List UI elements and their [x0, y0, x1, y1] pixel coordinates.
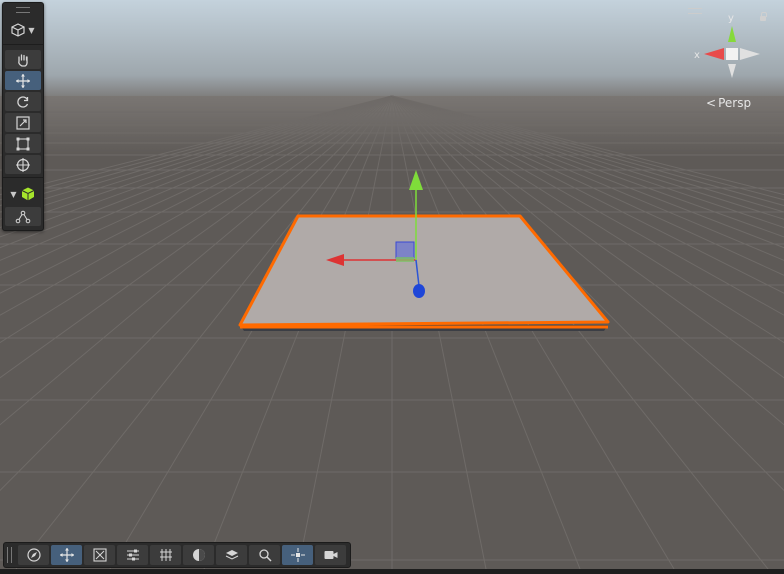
transform-tool[interactable]: [5, 155, 41, 174]
y-cone-icon[interactable]: [728, 26, 736, 42]
scale-tool[interactable]: [5, 113, 41, 132]
cube-outline-icon: [11, 23, 26, 37]
center-cube-icon[interactable]: [726, 48, 738, 60]
camera-button[interactable]: [315, 545, 346, 565]
compass-button[interactable]: [18, 545, 49, 565]
chevron-left-icon: <: [706, 96, 717, 110]
rect-transform-icon: [16, 137, 30, 150]
plane-handle-xy[interactable]: [395, 241, 415, 259]
x-cone-icon[interactable]: [704, 48, 724, 60]
sky: [0, 0, 784, 100]
transform-icon: [16, 157, 30, 172]
orientation-gizmo[interactable]: y x < Persp: [688, 2, 784, 120]
x-axis-label: x: [694, 50, 700, 61]
move-arrows-icon: [59, 548, 74, 562]
layers-button[interactable]: [216, 545, 247, 565]
shading-button[interactable]: [183, 545, 214, 565]
move-tool[interactable]: [5, 71, 41, 90]
camera-mode-toggle[interactable]: < Persp: [706, 96, 751, 110]
compass-icon: [26, 548, 41, 562]
path-tool[interactable]: [5, 207, 41, 226]
chevron-down-icon: ▼: [10, 189, 17, 199]
y-axis-label: y: [728, 13, 734, 24]
pivot-button[interactable]: [282, 545, 313, 565]
move-overlay-button[interactable]: [51, 545, 82, 565]
pivot-icon: [290, 548, 305, 562]
neg-x-cone-icon[interactable]: [740, 48, 760, 60]
settings-button[interactable]: [117, 545, 148, 565]
toolbar-grip[interactable]: [7, 547, 12, 563]
scale-icon: [16, 115, 30, 130]
rotate-tool[interactable]: [5, 92, 41, 111]
neg-y-cone-icon[interactable]: [728, 64, 736, 78]
camera-mode-label: Persp: [718, 96, 752, 110]
axis-cube[interactable]: y x: [688, 2, 784, 92]
overlay-toolbar: [3, 542, 351, 568]
snap-icon: [92, 548, 107, 562]
grid-button[interactable]: [150, 545, 181, 565]
chevron-down-icon: ▼: [28, 25, 35, 35]
search-icon: [258, 549, 272, 562]
shading-icon: [192, 549, 205, 561]
plane-handle-xz[interactable]: [396, 257, 414, 262]
rect-tool[interactable]: [5, 134, 41, 153]
hand-icon: [18, 53, 28, 67]
nodes-icon: [15, 210, 31, 223]
palette-grip[interactable]: [3, 3, 43, 17]
mesh-tool[interactable]: ▼: [3, 183, 43, 205]
snap-button[interactable]: [84, 545, 115, 565]
sliders-icon: [126, 549, 139, 561]
z-handle-icon[interactable]: [413, 284, 425, 298]
scene-viewport[interactable]: [0, 0, 784, 574]
move-arrows-icon: [16, 73, 30, 88]
layers-icon: [225, 550, 238, 560]
search-button[interactable]: [249, 545, 280, 565]
grid-icon: [159, 549, 172, 561]
scene-canvas[interactable]: [0, 0, 784, 574]
hand-tool[interactable]: [5, 50, 41, 69]
tool-palette: ▼ ▼: [2, 2, 44, 231]
green-cube-icon: [21, 187, 34, 201]
camera-icon: [324, 551, 337, 559]
view-mode-dropdown[interactable]: ▼: [3, 19, 43, 41]
rotate-icon: [17, 95, 29, 108]
status-strip: [0, 569, 784, 574]
